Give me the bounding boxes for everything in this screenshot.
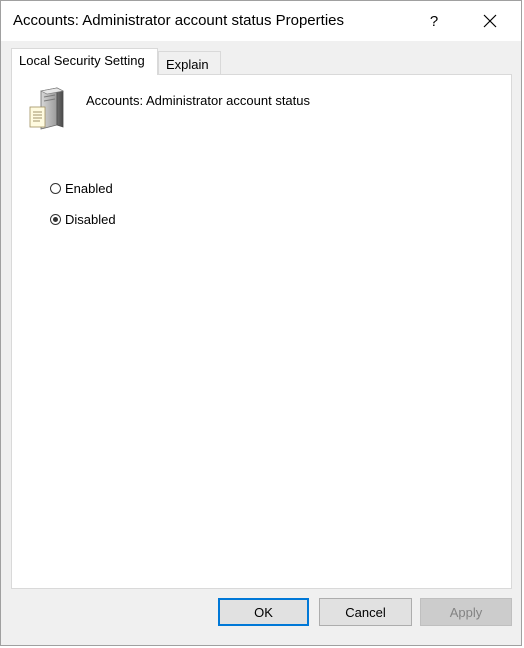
help-icon: ? [429,12,439,30]
option-enabled[interactable]: Enabled [50,180,113,196]
help-button[interactable]: ? [411,4,457,38]
tab-local-security-setting[interactable]: Local Security Setting [11,48,158,75]
server-icon [29,87,64,130]
enabled-label[interactable]: Enabled [65,181,113,196]
enabled-radio[interactable] [50,182,61,194]
apply-button[interactable]: Apply [420,598,512,626]
cancel-button[interactable]: Cancel [319,598,412,626]
option-disabled[interactable]: Disabled [50,211,116,227]
policy-name: Accounts: Administrator account status [86,93,310,108]
close-icon [483,14,497,28]
tab-explain[interactable]: Explain [158,51,221,74]
disabled-radio[interactable] [50,213,61,225]
ok-button[interactable]: OK [218,598,309,626]
window-title: Accounts: Administrator account status P… [13,12,344,29]
tab-panel-local-security-setting: Accounts: Administrator account status E… [11,74,512,589]
properties-dialog: Accounts: Administrator account status P… [0,0,522,646]
title-bar[interactable]: Accounts: Administrator account status P… [1,1,521,41]
close-button[interactable] [467,4,513,38]
disabled-label[interactable]: Disabled [65,212,116,227]
